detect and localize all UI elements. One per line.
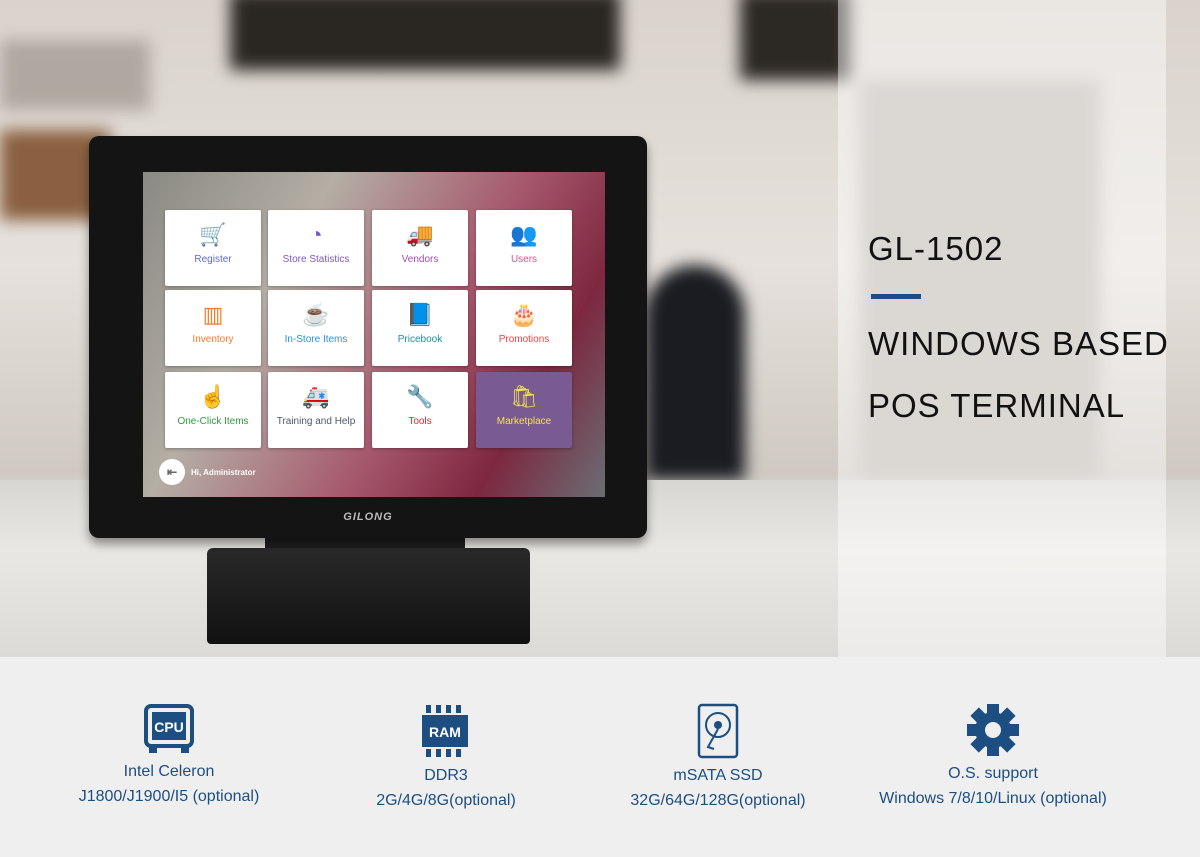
- ambulance-icon: 🚑: [302, 384, 330, 409]
- wrench-icon: 🔧: [406, 384, 434, 409]
- headline: GL-1502 WINDOWS BASED POS TERMINAL: [868, 230, 1169, 449]
- cart-icon: 🛒: [199, 222, 227, 247]
- tile-inventory[interactable]: ▥ Inventory: [165, 290, 261, 366]
- spec-detail: 2G/4G/8G(optional): [376, 792, 516, 809]
- tile-label: Store Statistics: [282, 254, 350, 265]
- tile-marketplace[interactable]: 🛍 Marketplace: [476, 372, 572, 448]
- divider: [871, 294, 921, 299]
- tile-label: Marketplace: [496, 416, 552, 427]
- tile-label: Register: [194, 254, 232, 265]
- product-photo: GL-1502 WINDOWS BASED POS TERMINAL 🛒 Regi…: [0, 0, 1200, 657]
- sign: [0, 40, 150, 110]
- pos-screen: 🛒 Register ◔ Store Statistics 🚚 Vendors 👥 Users…: [143, 172, 605, 497]
- pointer-hand-icon: ☝: [199, 384, 227, 409]
- tile-register[interactable]: 🛒 Register: [165, 210, 261, 286]
- users-icon: 👥: [510, 222, 538, 247]
- model-name: GL-1502: [868, 230, 1004, 267]
- spec-hard-drive: mSATA SSD 32G/64G/128G(optional): [588, 703, 848, 817]
- spec-title: O.S. support: [948, 765, 1038, 782]
- book-icon: 📘: [406, 302, 434, 327]
- tile-store-statistics[interactable]: ◔ Store Statistics: [268, 210, 364, 286]
- spec-title: mSATA SSD: [673, 767, 763, 784]
- tile-label: Training and Help: [276, 416, 356, 427]
- spec-detail: Windows 7/8/10/Linux (optional): [879, 790, 1107, 807]
- monitor-base: [207, 548, 530, 644]
- cake-icon: 🎂: [510, 302, 538, 327]
- tile-label: Promotions: [498, 334, 550, 345]
- spec-cpu: CPU Intel Celeron J1800/J1900/I5 (optional…: [39, 703, 299, 813]
- tile-promotions[interactable]: 🎂 Promotions: [476, 290, 572, 366]
- spec-title: DDR3: [424, 767, 468, 784]
- chalkboard: [230, 0, 620, 70]
- tile-label: One-Click Items: [177, 416, 249, 427]
- tile-pricebook[interactable]: 📘 Pricebook: [372, 290, 468, 366]
- tile-tools[interactable]: 🔧 Tools: [372, 372, 468, 448]
- truck-icon: 🚚: [406, 222, 434, 247]
- logout-icon[interactable]: ⇤: [159, 459, 185, 485]
- tile-label: Vendors: [401, 254, 439, 265]
- spec-gear: O.S. support Windows 7/8/10/Linux (option…: [863, 703, 1123, 815]
- coffee-cup-icon: ☕: [302, 302, 330, 327]
- chalkboard: [740, 0, 850, 80]
- spec-ram: RAM DDR3 2G/4G/8G(optional): [316, 703, 576, 817]
- tile-label: In-Store Items: [284, 334, 348, 345]
- tile-label: Inventory: [192, 334, 234, 345]
- svg-text:RAM: RAM: [429, 724, 461, 740]
- tile-training-and-help[interactable]: 🚑 Training and Help: [268, 372, 364, 448]
- gauge-icon: ◔: [309, 222, 323, 247]
- user-greeting: ⇤ Hi, Administrator: [159, 459, 256, 485]
- barcode-icon: ▥: [202, 302, 224, 327]
- headline-line-1: WINDOWS BASED: [868, 325, 1169, 362]
- greeting-text: Hi, Administrator: [191, 467, 256, 477]
- tile-in-store-items[interactable]: ☕ In-Store Items: [268, 290, 364, 366]
- tile-users[interactable]: 👥 Users: [476, 210, 572, 286]
- tile-vendors[interactable]: 🚚 Vendors: [372, 210, 468, 286]
- spec-detail: J1800/J1900/I5 (optional): [78, 788, 260, 805]
- headline-line-2: POS TERMINAL: [868, 387, 1126, 424]
- tile-one-click-items[interactable]: ☝ One-Click Items: [165, 372, 261, 448]
- cpu-icon: CPU: [39, 703, 299, 755]
- tile-label: Pricebook: [397, 334, 443, 345]
- hard-drive-icon: [588, 703, 848, 759]
- spec-strip: CPU Intel Celeron J1800/J1900/I5 (optional…: [0, 657, 1200, 857]
- person: [645, 265, 745, 480]
- tile-label: Users: [510, 254, 538, 265]
- spec-title: Intel Celeron: [123, 763, 215, 780]
- svg-text:CPU: CPU: [154, 719, 184, 735]
- spec-detail: 32G/64G/128G(optional): [630, 792, 806, 809]
- ram-icon: RAM: [316, 703, 576, 759]
- gear-icon: [863, 703, 1123, 757]
- shopping-bag-icon: 🛍: [510, 384, 538, 409]
- brand-logo: GILONG: [343, 511, 393, 523]
- tile-label: Tools: [408, 416, 432, 427]
- pos-monitor: 🛒 Register ◔ Store Statistics 🚚 Vendors 👥 Users…: [89, 136, 647, 538]
